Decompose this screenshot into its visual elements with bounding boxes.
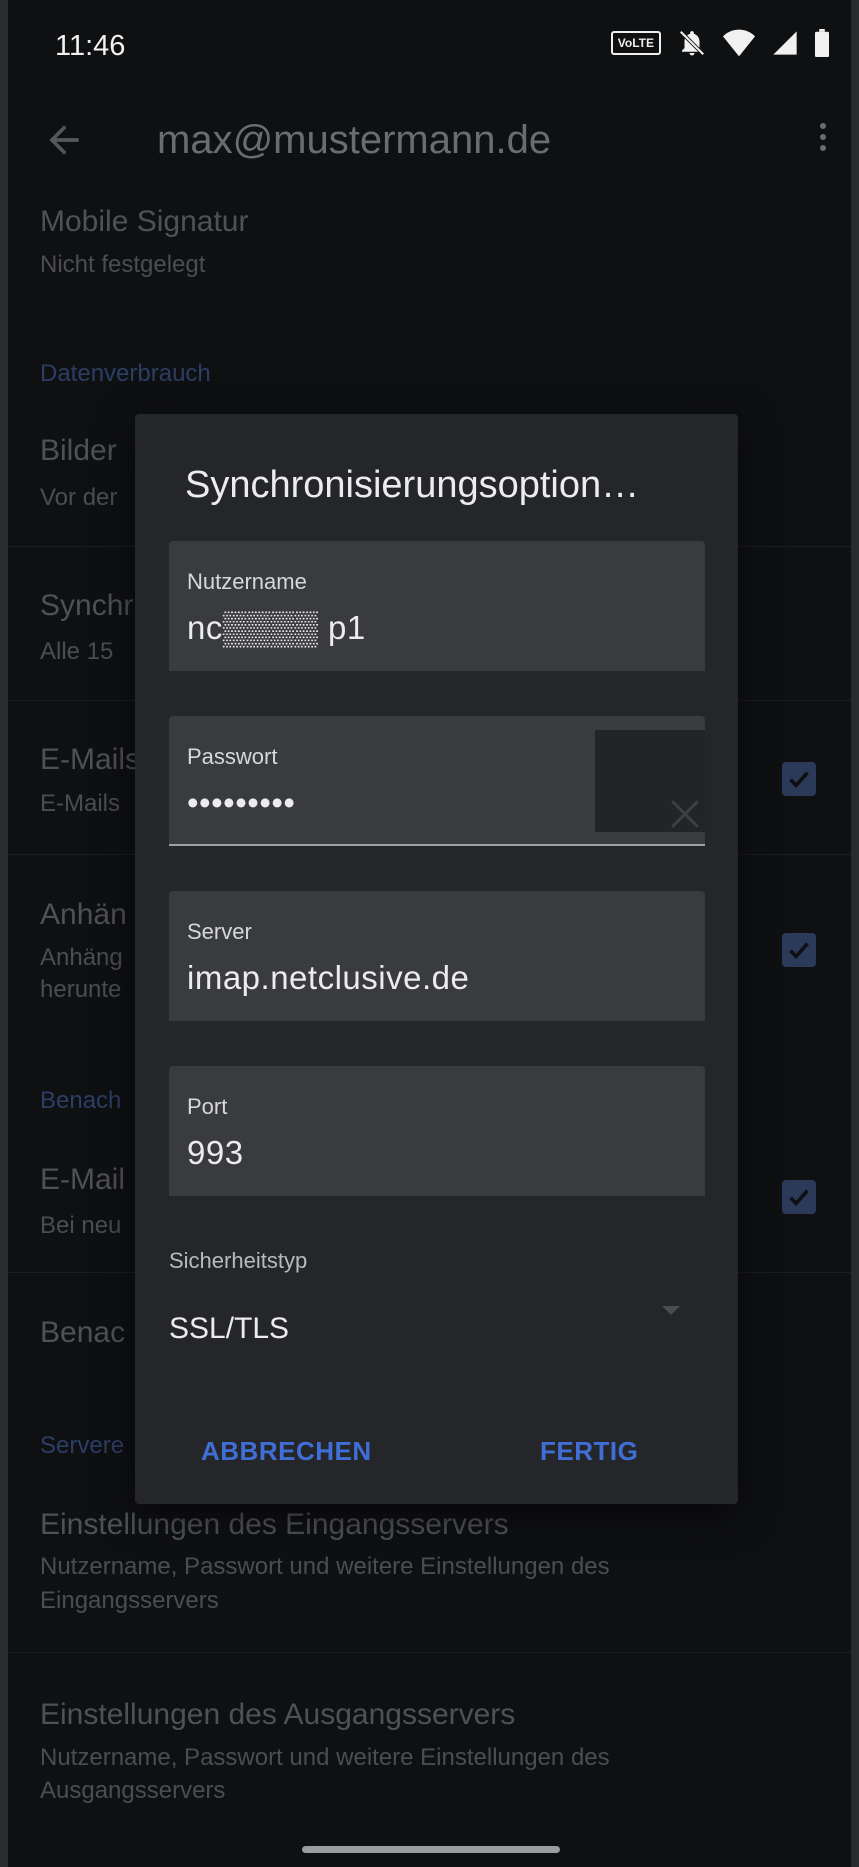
close-icon[interactable]	[663, 792, 707, 836]
bell-off-icon	[679, 30, 705, 56]
home-indicator[interactable]	[302, 1846, 560, 1853]
status-icons: VoLTE	[610, 28, 829, 58]
dialog-title: Synchronisierungsoption…	[185, 464, 640, 506]
setting-mobile-signature-subtitle: Nicht festgelegt	[40, 251, 206, 278]
email-notify-checkbox[interactable]	[782, 1180, 816, 1214]
security-type-select[interactable]: SSL/TLS	[169, 1312, 289, 1346]
done-button[interactable]: FERTIG	[540, 1436, 638, 1467]
setting-images-title[interactable]: Bilder	[40, 434, 117, 468]
more-vert-icon[interactable]	[815, 118, 831, 162]
setting-email-notify-subtitle: Bei neu	[40, 1212, 122, 1239]
setting-sync-subtitle: Alle 15	[40, 638, 114, 665]
chevron-down-icon[interactable]	[662, 1306, 680, 1315]
setting-images-subtitle: Vor der	[40, 484, 118, 511]
username-value[interactable]: nc▒▒▒▒ p1	[187, 609, 366, 647]
server-value[interactable]: imap.netclusive.de	[187, 959, 469, 997]
attachments-checkbox[interactable]	[782, 933, 816, 967]
port-value[interactable]: 993	[187, 1134, 244, 1172]
username-label: Nutzername	[187, 569, 307, 594]
device-frame-right	[851, 0, 859, 1867]
device-frame-left	[0, 0, 8, 1867]
section-data-usage: Datenverbrauch	[40, 360, 211, 387]
setting-email-notify-title[interactable]: E-Mail	[40, 1163, 125, 1197]
username-field[interactable]: Nutzername nc▒▒▒▒ p1	[169, 541, 705, 671]
setting-attachments-subtitle-1: Anhäng	[40, 944, 123, 971]
setting-incoming-server-subtitle-2: Eingangsservers	[40, 1587, 219, 1614]
wifi-icon	[723, 29, 755, 57]
cancel-button[interactable]: ABBRECHEN	[201, 1436, 372, 1467]
volte-icon: VoLTE	[610, 31, 661, 55]
check-icon	[789, 942, 809, 960]
check-icon	[789, 771, 809, 789]
divider	[8, 1652, 851, 1653]
check-icon	[789, 1189, 809, 1207]
section-notifications: Benach	[40, 1087, 122, 1114]
setting-outgoing-server-title[interactable]: Einstellungen des Ausgangsservers	[40, 1698, 515, 1732]
password-label: Passwort	[187, 744, 278, 769]
section-server: Servere	[40, 1432, 125, 1459]
server-field[interactable]: Server imap.netclusive.de	[169, 891, 705, 1021]
password-field[interactable]: Passwort •••••••••	[169, 716, 705, 846]
security-type-label: Sicherheitstyp	[169, 1248, 308, 1273]
server-label: Server	[187, 919, 252, 944]
password-value[interactable]: •••••••••	[187, 784, 295, 822]
setting-attachments-subtitle-2: herunte	[40, 976, 122, 1003]
signal-icon	[773, 31, 797, 55]
setting-incoming-server-title[interactable]: Einstellungen des Eingangsservers	[40, 1508, 509, 1542]
sync-options-dialog: Synchronisierungsoption… Nutzername nc▒▒…	[135, 414, 738, 1504]
password-underline	[169, 844, 705, 846]
port-field[interactable]: Port 993	[169, 1066, 705, 1196]
port-label: Port	[187, 1094, 228, 1119]
setting-notify-title[interactable]: Benac	[40, 1316, 125, 1350]
arrow-left-icon[interactable]	[42, 118, 86, 162]
setting-incoming-server-subtitle-1: Nutzername, Passwort und weitere Einstel…	[40, 1553, 610, 1580]
account-title: max@mustermann.de	[157, 118, 552, 162]
setting-sync-title[interactable]: Synchr	[40, 589, 133, 623]
setting-emails-subtitle: E-Mails	[40, 790, 121, 817]
setting-outgoing-server-subtitle-2: Ausgangsservers	[40, 1777, 226, 1804]
setting-outgoing-server-subtitle-1: Nutzername, Passwort und weitere Einstel…	[40, 1744, 610, 1771]
setting-mobile-signature-title[interactable]: Mobile Signatur	[40, 205, 248, 239]
status-time: 11:46	[55, 30, 126, 62]
setting-emails-title[interactable]: E-Mails	[40, 743, 140, 777]
battery-icon	[815, 29, 829, 57]
setting-attachments-title[interactable]: Anhän	[40, 898, 127, 932]
emails-checkbox[interactable]	[782, 762, 816, 796]
